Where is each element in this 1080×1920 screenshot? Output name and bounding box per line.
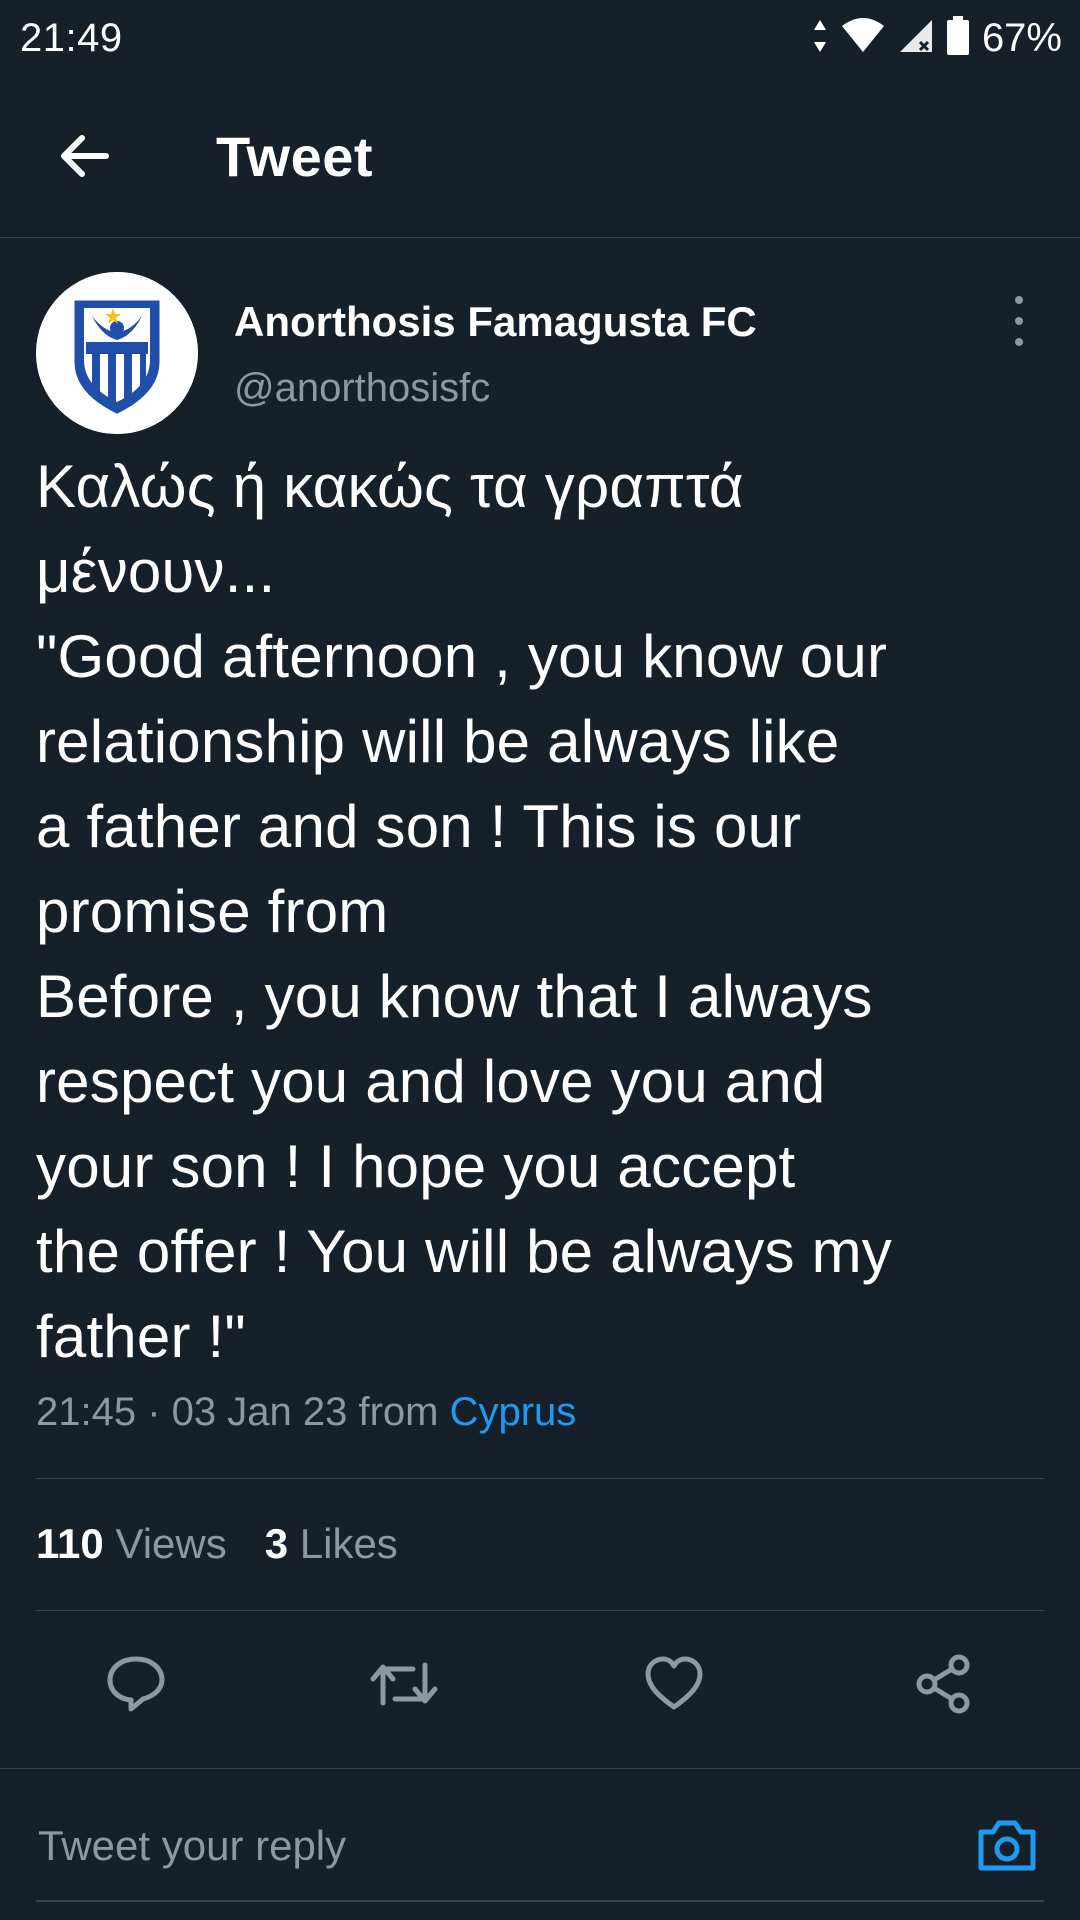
wifi-icon [840, 17, 886, 59]
like-icon [643, 1653, 705, 1720]
camera-button[interactable] [976, 1816, 1038, 1878]
reply-input[interactable] [36, 1810, 936, 1882]
location-link[interactable]: Cyprus [450, 1390, 577, 1434]
retweet-button[interactable] [368, 1650, 440, 1722]
battery-icon [946, 15, 970, 61]
signal-icon [898, 18, 934, 59]
like-button[interactable] [638, 1650, 710, 1722]
action-bar [0, 1620, 1080, 1750]
top-app-bar: Tweet [0, 76, 1080, 238]
views-stat[interactable]: 110 Views [36, 1520, 227, 1568]
status-bar: 21:49 67% [0, 0, 1080, 76]
more-dot [1015, 317, 1023, 325]
views-count: 110 [36, 1520, 104, 1567]
reply-icon [105, 1653, 167, 1720]
tweet-meta: 21:45 · 03 Jan 23 from Cyprus [36, 1390, 576, 1435]
more-options-button[interactable] [1004, 296, 1034, 346]
reply-underline [36, 1900, 1044, 1902]
more-dot [1015, 338, 1023, 346]
data-arrows-icon [812, 18, 828, 59]
divider [36, 1610, 1044, 1611]
avatar[interactable] [36, 272, 198, 434]
tweet-timestamp: 21:45 · 03 Jan 23 from [36, 1390, 450, 1434]
likes-count: 3 [264, 1520, 289, 1567]
back-button[interactable] [52, 126, 116, 190]
divider [36, 1478, 1044, 1479]
divider [0, 1768, 1080, 1769]
likes-label: Likes [299, 1520, 398, 1567]
page-title: Tweet [216, 125, 374, 188]
status-time: 21:49 [20, 15, 123, 60]
more-dot [1015, 296, 1023, 304]
views-label: Views [115, 1520, 227, 1567]
share-icon [913, 1653, 975, 1720]
likes-stat[interactable]: 3 Likes [265, 1520, 398, 1568]
tweet-text: Καλώς ή κακώς τα γραπτά μένουν... "Good … [36, 453, 892, 1370]
status-icons: 67% [812, 15, 1062, 61]
club-crest-icon [36, 272, 198, 434]
share-button[interactable] [908, 1650, 980, 1722]
tweet-stats: 110 Views 3 Likes [36, 1520, 398, 1568]
author-handle[interactable]: @anorthosisfc [234, 366, 490, 411]
camera-icon [977, 1818, 1037, 1877]
author-name[interactable]: Anorthosis Famagusta FC [234, 298, 757, 346]
arrow-left-icon [58, 130, 110, 187]
retweet-icon [369, 1653, 439, 1720]
battery-percent: 67% [981, 15, 1062, 60]
reply-button[interactable] [100, 1650, 172, 1722]
